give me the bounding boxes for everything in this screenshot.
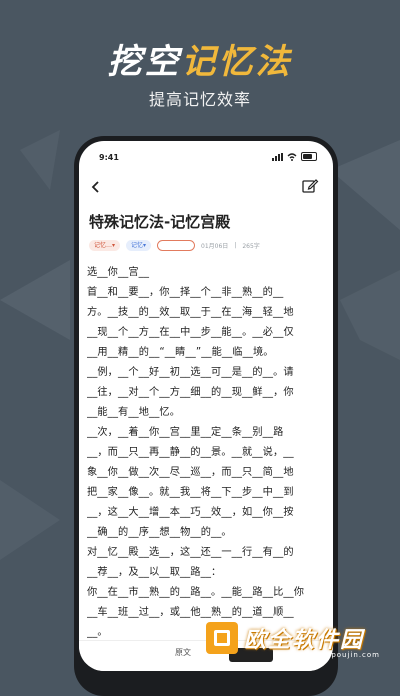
watermark-logo-icon <box>206 622 238 654</box>
battery-icon <box>301 152 317 161</box>
tag-dropdown-1[interactable]: 记忆…▾ <box>89 239 121 251</box>
status-time: 9:41 <box>99 153 119 162</box>
headline-part2: 记忆法 <box>181 42 293 82</box>
signal-icon <box>272 152 283 161</box>
body-line: __，这__大__增__本__巧__效__，如__你__按 <box>87 507 294 518</box>
note-body[interactable]: 选__你__宫__ 首__和__要__，你__择__个__非__熟__的__ 方。_… <box>87 263 327 663</box>
watermark-name: 欧全软件园 <box>244 628 365 653</box>
body-line: __往，__对__个__方__细__的__现__鲜__，你 <box>87 387 294 398</box>
back-arrow-icon[interactable] <box>87 177 105 197</box>
body-line: __例，__个__好__初__选__可__是__的__。请 <box>87 367 294 378</box>
add-tag-button[interactable] <box>157 239 196 251</box>
phone-screen: 9:41 特殊记忆法-记忆宫殿 记忆…▾ 记忆▾ 01月06日 | 265字 选… <box>79 141 333 671</box>
body-line: 象__你__做__次__尽__巡__，而__只__简__地 <box>87 467 294 478</box>
body-line: __次，__着__你__宫__里__定__条__别__路 <box>87 427 284 438</box>
edit-icon[interactable] <box>301 177 319 195</box>
body-line: __，而__只__再__静__的__景。__就__说，__ <box>87 447 294 458</box>
wifi-icon <box>287 152 297 161</box>
meta-divider: | <box>234 241 237 249</box>
body-line: __确__的__序__想__物__的__。 <box>87 527 232 538</box>
body-line: __能__有__地__忆。 <box>87 407 180 418</box>
body-line: __荐__，及__以__取__路__： <box>87 567 222 578</box>
headline-part1: 挖空 <box>107 42 182 82</box>
watermark: 欧全软件园 www.apoujin.com <box>200 615 400 661</box>
note-word-count: 265字 <box>242 242 260 250</box>
body-line: __用__精__的__“__睛__”__能__临__境。 <box>87 347 274 358</box>
body-line: 把__家__像__。就__我__将__下__步__中__到 <box>87 487 294 498</box>
status-bar: 9:41 <box>99 151 317 165</box>
nav-bar <box>87 177 319 197</box>
promo-headline: 挖空记忆法 <box>0 34 400 83</box>
note-meta: 记忆…▾ 记忆▾ 01月06日 | 265字 <box>89 238 260 252</box>
original-text-tab[interactable]: 原文 <box>175 647 191 658</box>
note-title: 特殊记忆法-记忆宫殿 <box>89 213 231 231</box>
body-line: 首__和__要__，你__择__个__非__熟__的__ <box>87 287 284 298</box>
promo-subheadline: 提高记忆效率 <box>148 90 251 109</box>
body-line: 选__你__宫__ <box>87 267 150 278</box>
body-line: 对__忆__殿__选__，这__还__一__行__有__的 <box>87 547 294 558</box>
body-line: 方。__技__的__效__取__于__在__海__轻__地 <box>87 307 294 318</box>
body-line: __现__个__方__在__中__步__能__。__必__仅 <box>87 327 294 338</box>
tag-dropdown-2[interactable]: 记忆▾ <box>126 239 152 251</box>
body-line: 你__在__市__熟__的__路__。__能__路__比__你 <box>87 587 305 598</box>
watermark-url: www.apoujin.com <box>303 651 380 659</box>
note-date: 01月06日 <box>201 242 229 250</box>
